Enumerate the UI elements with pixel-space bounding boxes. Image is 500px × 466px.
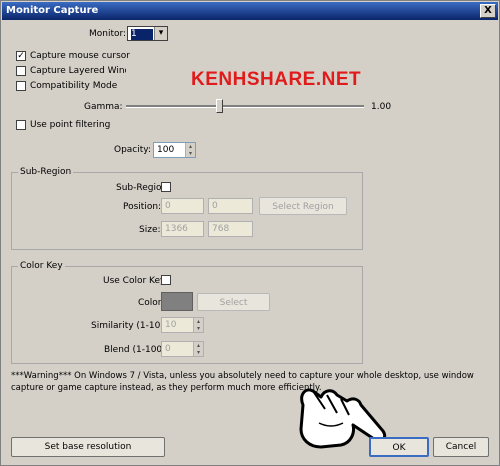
gamma-label: Gamma: [84,102,123,112]
point-filter-checkbox[interactable] [16,120,26,130]
blend-label: Blend (1-100): [104,345,169,355]
gamma-slider-thumb[interactable] [216,99,223,113]
color-label: Color [138,298,162,308]
cancel-button[interactable]: Cancel [433,437,489,457]
close-button[interactable]: X [480,4,496,18]
position-label: Position: [123,202,162,212]
blend-input[interactable]: 0 ▴ ▾ [161,341,204,357]
size-width-input[interactable]: 1366 [161,221,204,237]
capture-cursor-label: Capture mouse cursor [30,51,130,61]
use-colorkey-label: Use Color Key: [103,276,168,286]
opacity-value: 100 [157,145,175,155]
position-x-input[interactable]: 0 [161,198,204,214]
capture-layered-checkbox[interactable] [16,66,26,76]
monitor-capture-dialog: Monitor Capture X Monitor: 1 ▾ ✓ Capture… [0,0,500,466]
watermark-text: KENHSHARE.NET [191,69,362,90]
blend-down-icon[interactable]: ▾ [193,349,203,356]
select-region-button[interactable]: Select Region [259,197,347,215]
capture-layered-label: Capture Layered Windows [30,66,126,76]
blend-up-icon[interactable]: ▴ [193,342,203,349]
similarity-input[interactable]: 10 ▴ ▾ [161,317,204,333]
monitor-label: Monitor: [89,29,127,39]
monitor-select[interactable]: 1 ▾ [127,26,168,41]
subregion-enable-checkbox[interactable] [161,182,171,192]
chevron-down-icon[interactable]: ▾ [154,27,167,40]
position-y-input[interactable]: 0 [208,198,253,214]
opacity-up-icon[interactable]: ▴ [185,143,195,150]
color-swatch[interactable] [161,292,193,311]
opacity-down-icon[interactable]: ▾ [185,150,195,157]
warning-text: ***Warning*** On Windows 7 / Vista, unle… [11,371,474,393]
subregion-enable-label: Sub-Region [116,183,168,193]
blend-value: 0 [165,344,171,354]
capture-cursor-checkbox[interactable]: ✓ [16,51,26,61]
gamma-slider-track[interactable] [126,105,364,108]
select-color-button[interactable]: Select [197,293,270,311]
ok-button[interactable]: OK [369,437,429,457]
opacity-label: Opacity: [114,145,151,155]
similarity-up-icon[interactable]: ▴ [193,318,203,325]
title-bar: Monitor Capture X [2,2,498,20]
window-title: Monitor Capture [6,5,99,16]
monitor-select-value: 1 [131,29,153,40]
subregion-group-title: Sub-Region [18,166,74,178]
gamma-value: 1.00 [371,102,392,112]
opacity-input[interactable]: 100 ▴ ▾ [153,142,196,158]
set-base-resolution-button[interactable]: Set base resolution [11,437,165,457]
size-height-input[interactable]: 768 [208,221,253,237]
colorkey-group-title: Color Key [18,260,65,272]
compat-mode-label: Compatibility Mode [30,81,118,91]
compat-mode-checkbox[interactable] [16,81,26,91]
point-filter-label: Use point filtering [30,120,111,130]
similarity-down-icon[interactable]: ▾ [193,325,203,332]
size-label: Size: [139,225,161,235]
use-colorkey-checkbox[interactable] [161,275,171,285]
similarity-value: 10 [165,320,177,330]
